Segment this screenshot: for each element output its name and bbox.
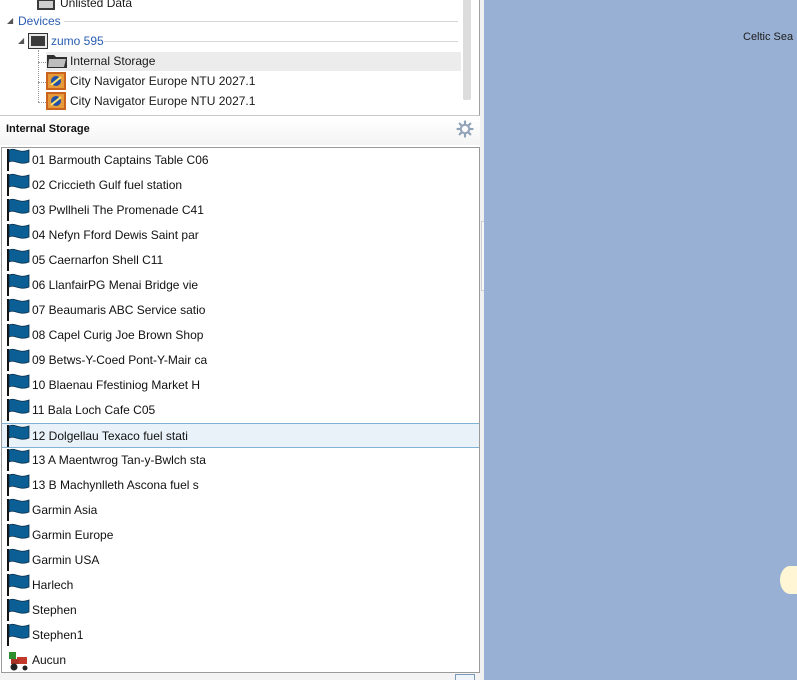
list-item[interactable]: 11 Bala Loch Cafe C05 <box>2 398 479 423</box>
list-item-label: Stephen1 <box>32 628 84 642</box>
list-item-label: Garmin USA <box>32 553 100 567</box>
list-item[interactable]: Harlech <box>2 573 479 598</box>
tree-label-unlisted: Unlisted Data <box>60 0 133 10</box>
gear-icon[interactable] <box>456 120 474 138</box>
map-product-icon <box>46 92 66 115</box>
blue-flag-icon <box>5 173 31 197</box>
list-item[interactable]: Stephen1 <box>2 623 479 648</box>
list-item-label: 11 Bala Loch Cafe C05 <box>32 403 156 417</box>
list-item-label: 03 Pwllheli The Promenade C41 <box>32 203 204 217</box>
tree-label-devices: Devices <box>18 14 61 28</box>
blue-flag-icon <box>5 523 31 547</box>
blue-flag-icon <box>5 248 31 272</box>
blue-flag-icon <box>5 573 31 597</box>
map-sea-label: Celtic Sea <box>743 31 794 43</box>
map-view[interactable]: Celtic Sea <box>484 0 797 680</box>
view-toggle-button[interactable] <box>455 674 475 680</box>
list-item-label: 13 A Maentwrog Tan-y-Bwlch sta <box>32 453 206 467</box>
status-strip <box>0 673 480 680</box>
list-item-label: Stephen <box>32 603 77 617</box>
tree-label-map: City Navigator Europe NTU 2027.1 <box>70 94 256 108</box>
tractor-route-icon <box>7 650 33 672</box>
list-item[interactable]: 13 B Machynlleth Ascona fuel s <box>2 473 479 498</box>
list-item[interactable]: 03 Pwllheli The Promenade C41 <box>2 198 479 223</box>
section-divider <box>64 21 458 22</box>
tree-connector <box>38 82 46 83</box>
map-land-area <box>780 566 797 594</box>
list-item[interactable]: 01 Barmouth Captains Table C06 <box>2 148 479 173</box>
list-item[interactable]: 02 Criccieth Gulf fuel station <box>2 173 479 198</box>
panel-title: Internal Storage <box>6 123 90 135</box>
list-item[interactable]: 08 Capel Curig Joe Brown Shop <box>2 323 479 348</box>
list-item[interactable]: 10 Blaenau Ffestiniog Market H <box>2 373 479 398</box>
list-item-label: Aucun <box>32 653 67 667</box>
folder-icon <box>46 53 68 74</box>
list-item[interactable]: Garmin Asia <box>2 498 479 523</box>
section-divider <box>104 41 458 42</box>
panel-header: Internal Storage <box>0 117 480 145</box>
blue-flag-icon <box>5 298 31 322</box>
library-panel: Unlisted Data ◢ Devices ◢ zumo 595 Inter… <box>0 0 483 680</box>
list-item[interactable]: 05 Caernarfon Shell C11 <box>2 248 479 273</box>
list-item-label: 13 B Machynlleth Ascona fuel s <box>32 478 199 492</box>
list-item-label: 06 LlanfairPG Menai Bridge vie <box>32 278 199 292</box>
list-item-label: Garmin Europe <box>32 528 114 542</box>
list-item-label: 02 Criccieth Gulf fuel station <box>32 178 183 192</box>
list-item[interactable]: 12 Dolgellau Texaco fuel stati <box>2 423 479 448</box>
tree-item-internal-storage[interactable]: Internal Storage <box>46 52 461 71</box>
list-item[interactable]: 07 Beaumaris ABC Service satio <box>2 298 479 323</box>
tree-label-internal-storage: Internal Storage <box>70 54 156 68</box>
device-tree: Unlisted Data ◢ Devices ◢ zumo 595 Inter… <box>0 0 480 116</box>
list-item[interactable]: Garmin USA <box>2 548 479 573</box>
list-item-label: Garmin Asia <box>32 503 98 517</box>
list-item[interactable]: 13 A Maentwrog Tan-y-Bwlch sta <box>2 448 479 473</box>
tree-connector <box>38 62 46 63</box>
blue-flag-icon <box>5 548 31 572</box>
blue-flag-icon <box>5 148 31 172</box>
tree-scrollbar[interactable] <box>463 0 471 100</box>
blue-flag-icon <box>5 348 31 372</box>
tree-label-device: zumo 595 <box>51 34 104 48</box>
blue-flag-icon <box>5 273 31 297</box>
list-item-label: 07 Beaumaris ABC Service satio <box>32 303 206 317</box>
tree-item-unlisted[interactable]: Unlisted Data <box>36 0 456 12</box>
list-item-label: 08 Capel Curig Joe Brown Shop <box>32 328 204 342</box>
blue-flag-icon <box>5 498 31 522</box>
list-item-label: 10 Blaenau Ffestiniog Market H <box>32 378 201 392</box>
list-item-label: 12 Dolgellau Texaco fuel stati <box>32 429 188 443</box>
list-item[interactable]: 06 LlanfairPG Menai Bridge vie <box>2 273 479 298</box>
list-item[interactable]: 04 Nefyn Fford Dewis Saint par <box>2 223 479 248</box>
blue-flag-icon <box>5 448 31 472</box>
blue-flag-icon <box>5 373 31 397</box>
tree-item-map[interactable]: City Navigator Europe NTU 2027.1 <box>46 72 461 90</box>
list-item[interactable]: Garmin Europe <box>2 523 479 548</box>
blue-flag-icon <box>5 323 31 347</box>
expand-triangle-icon[interactable]: ◢ <box>18 32 24 50</box>
list-item-label: 09 Betws-Y-Coed Pont-Y-Mair ca <box>32 353 208 367</box>
blue-flag-icon <box>5 424 31 448</box>
blue-flag-icon <box>5 398 31 422</box>
tree-connector <box>38 102 46 103</box>
list-item-label: 05 Caernarfon Shell C11 <box>32 253 164 267</box>
list-item-label: Harlech <box>32 578 74 592</box>
list-item[interactable]: 09 Betws-Y-Coed Pont-Y-Mair ca <box>2 348 479 373</box>
tree-label-map: City Navigator Europe NTU 2027.1 <box>70 74 256 88</box>
tree-item-map[interactable]: City Navigator Europe NTU 2027.1 <box>46 92 461 110</box>
blue-flag-icon <box>5 473 31 497</box>
tree-connector <box>38 50 39 102</box>
list-item[interactable]: Aucun <box>2 648 479 672</box>
list-item-label: 01 Barmouth Captains Table C06 <box>32 153 209 167</box>
blue-flag-icon <box>5 223 31 247</box>
blue-flag-icon <box>5 623 31 647</box>
item-list[interactable]: 01 Barmouth Captains Table C06 02 Criccie… <box>1 147 480 673</box>
blue-flag-icon <box>5 598 31 622</box>
expand-triangle-icon[interactable]: ◢ <box>7 12 13 30</box>
blue-flag-icon <box>5 198 31 222</box>
list-item-label: 04 Nefyn Fford Dewis Saint par <box>32 228 199 242</box>
list-item[interactable]: Stephen <box>2 598 479 623</box>
